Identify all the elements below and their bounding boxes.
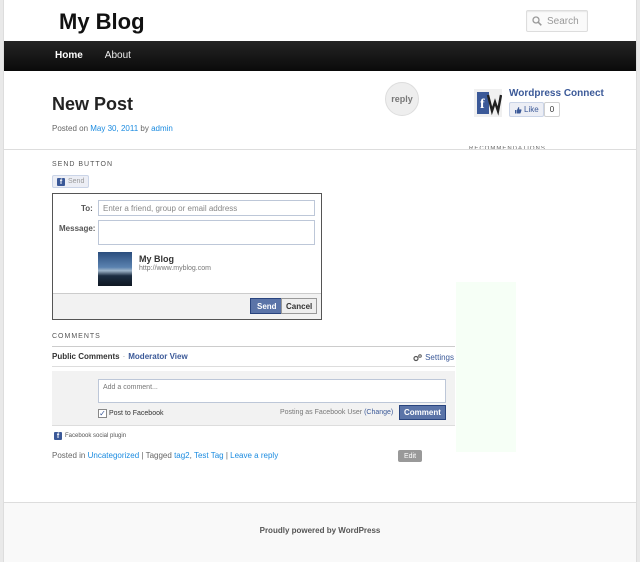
post-date-link[interactable]: May 30, 2011 [90, 124, 138, 133]
posting-as-label: Posting as Facebook User [280, 409, 363, 416]
reply-bubble[interactable]: reply [385, 82, 419, 116]
post-to-facebook-label: Post to Facebook [109, 410, 164, 417]
preview-title: My Blog [139, 254, 174, 264]
settings-link[interactable]: Settings [413, 353, 454, 362]
message-field[interactable] [98, 220, 315, 245]
like-button[interactable]: Like [509, 102, 544, 117]
send-button-section-label: SEND BUTTON [52, 161, 114, 168]
meta-pipe: | [141, 451, 144, 460]
blog-preview-thumbnail [98, 252, 132, 286]
comments-tabs: Public Comments · Moderator View Setting… [52, 346, 455, 367]
search-input[interactable]: Search [526, 10, 588, 32]
leave-reply-link[interactable]: Leave a reply [230, 451, 278, 460]
nav-item-home[interactable]: Home [44, 41, 94, 71]
tag-link[interactable]: Test Tag [194, 451, 224, 460]
comments-section-label: COMMENTS [52, 333, 101, 340]
thumbs-up-icon [515, 106, 522, 113]
posting-as-text: Posting as Facebook User (Change) [280, 409, 393, 416]
facebook-icon: f [57, 177, 65, 186]
recommendations-placeholder [456, 282, 516, 452]
nav-item-about[interactable]: About [94, 41, 142, 71]
search-icon [532, 16, 542, 26]
meta-pipe: | [225, 451, 228, 460]
change-user-link[interactable]: (Change) [364, 409, 393, 416]
post-to-facebook-checkbox[interactable]: ✓ Post to Facebook [98, 409, 163, 418]
to-field[interactable]: Enter a friend, group or email address [98, 200, 315, 216]
post-title[interactable]: New Post [52, 94, 133, 115]
wordpress-logo-icon: f [474, 89, 502, 117]
message-label: Message: [59, 224, 96, 233]
tag-separator: , [189, 451, 192, 460]
svg-text:f: f [480, 97, 485, 112]
site-footer: Proudly powered by WordPress [4, 502, 636, 562]
comment-compose-area: Add a comment... ✓ Post to Facebook Post… [52, 371, 455, 426]
comment-input[interactable]: Add a comment... [98, 379, 446, 403]
settings-label: Settings [425, 353, 454, 362]
tagged-text: Tagged [145, 451, 172, 460]
tab-public-comments[interactable]: Public Comments [52, 352, 120, 361]
edit-button[interactable]: Edit [398, 450, 422, 462]
comment-submit-button[interactable]: Comment [399, 405, 446, 420]
search-placeholder: Search [547, 15, 579, 27]
main-nav: Home About [4, 41, 636, 71]
tab-separator: · [122, 352, 126, 361]
checkbox-checked-icon: ✓ [98, 409, 107, 418]
tab-moderator-view[interactable]: Moderator View [128, 352, 187, 361]
preview-url: http://www.myblog.com [139, 265, 211, 272]
dialog-footer: Send Cancel [53, 293, 321, 319]
like-label: Like [524, 105, 539, 114]
like-count: 0 [544, 102, 560, 117]
dialog-send-button[interactable]: Send [250, 298, 284, 314]
tag-link[interactable]: tag2 [174, 451, 190, 460]
by-text: by [140, 124, 149, 133]
widget-title[interactable]: Wordpress Connect [509, 88, 604, 99]
send-button-label: Send [68, 178, 85, 185]
send-dialog: To: Enter a friend, group or email addre… [52, 193, 322, 320]
post-meta: Posted on May 30, 2011 by admin [52, 124, 173, 133]
facebook-social-plugin[interactable]: f Facebook social plugin [54, 432, 126, 440]
page: My Blog Search Home About New Post Poste… [3, 0, 637, 562]
post-footer-meta: Posted in Uncategorized | Tagged tag2, T… [52, 451, 278, 460]
gear-icon [413, 353, 422, 361]
facebook-icon: f [54, 432, 62, 440]
site-title[interactable]: My Blog [59, 9, 145, 35]
social-plugin-label: Facebook social plugin [65, 433, 127, 439]
to-label: To: [81, 204, 93, 213]
footer-credit[interactable]: Proudly powered by WordPress [4, 526, 636, 535]
content-divider [4, 149, 636, 150]
author-link[interactable]: admin [151, 124, 173, 133]
posted-on-text: Posted on [52, 124, 89, 133]
facebook-send-button[interactable]: f Send [52, 175, 90, 188]
dialog-cancel-button[interactable]: Cancel [281, 298, 318, 314]
posted-in-text: Posted in [52, 451, 86, 460]
category-link[interactable]: Uncategorized [88, 451, 140, 460]
